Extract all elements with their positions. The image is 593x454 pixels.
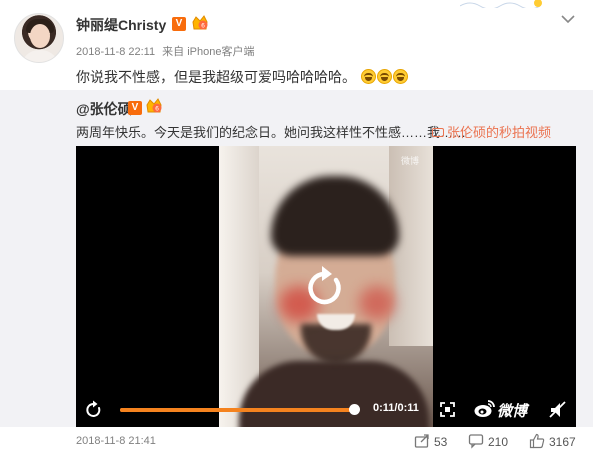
avatar-shoulders xyxy=(21,50,59,62)
verified-badge: V xyxy=(172,17,186,31)
laugh-emoji-icon xyxy=(376,69,392,84)
author-avatar[interactable] xyxy=(14,13,64,63)
comment-icon xyxy=(468,434,484,449)
share-icon xyxy=(414,434,429,448)
post-source: 来自 iPhone客户端 xyxy=(162,46,255,58)
svg-text:6: 6 xyxy=(155,106,159,113)
post-text: 你说我不性感，但是我超级可爱吗哈哈哈哈。 xyxy=(76,67,408,87)
top-decoration xyxy=(460,0,542,8)
progress-fill xyxy=(120,408,356,412)
frame-cheek-right xyxy=(359,286,395,320)
video-link-label: 张伦硕的秒拍视频 xyxy=(447,125,552,140)
fullscreen-icon[interactable] xyxy=(440,402,455,417)
vip-crown-icon[interactable]: 6 xyxy=(191,15,209,32)
replay-small-icon[interactable] xyxy=(84,400,104,420)
comment-button[interactable]: 210 xyxy=(468,433,520,449)
author-name[interactable]: 钟丽缇Christy xyxy=(76,15,166,35)
repost-author[interactable]: @张伦硕 xyxy=(76,99,132,119)
replay-icon[interactable] xyxy=(302,264,348,310)
repost-verified-badge: V xyxy=(128,101,142,115)
repost-text: 两周年快乐。今天是我们的纪念日。她问我这样性不性感……我…… xyxy=(76,125,467,140)
progress-handle[interactable] xyxy=(349,404,360,415)
like-button[interactable]: 3167 xyxy=(529,433,585,449)
progress-bar[interactable] xyxy=(120,408,356,412)
mute-icon[interactable] xyxy=(548,400,568,420)
svg-text:6: 6 xyxy=(201,23,205,30)
weibo-post: 钟丽缇Christy V 6 2018-11-8 22:11 来自 iPhone… xyxy=(0,0,593,454)
thumbs-up-icon xyxy=(529,433,545,449)
chevron-down-icon[interactable] xyxy=(559,12,577,26)
repost-button[interactable]: 53 xyxy=(414,433,464,449)
post-meta: 2018-11-8 22:11 来自 iPhone客户端 xyxy=(76,43,254,59)
avatar-face xyxy=(30,24,50,48)
video-controls: 0:11/0:11 微博 xyxy=(76,392,576,427)
like-count: 3167 xyxy=(549,435,576,449)
post-time[interactable]: 2018-11-8 22:11 xyxy=(76,46,155,58)
weibo-logo-icon xyxy=(474,400,495,417)
weibo-logo-text: 微博 xyxy=(497,403,528,420)
time-display: 0:11/0:11 xyxy=(373,402,419,414)
repost-original-time[interactable]: 2018-11-8 21:41 xyxy=(76,435,156,447)
video-watermark: 微博 xyxy=(401,156,420,166)
frame-hair xyxy=(271,176,399,256)
laugh-emoji-icon xyxy=(392,69,408,84)
video-icon xyxy=(432,128,444,137)
frame-beard xyxy=(301,324,371,364)
repost-vip-crown-icon[interactable]: 6 xyxy=(145,98,163,115)
video-player[interactable]: 微博 0:11/0:11 微博 xyxy=(76,146,576,427)
repost-count: 53 xyxy=(434,435,448,449)
post-body: 你说我不性感，但是我超级可爱吗哈哈哈哈。 xyxy=(76,69,356,85)
laugh-emoji-icon xyxy=(360,69,376,84)
comment-count: 210 xyxy=(488,435,509,449)
video-link[interactable]: 张伦硕的秒拍视频 xyxy=(432,122,551,141)
